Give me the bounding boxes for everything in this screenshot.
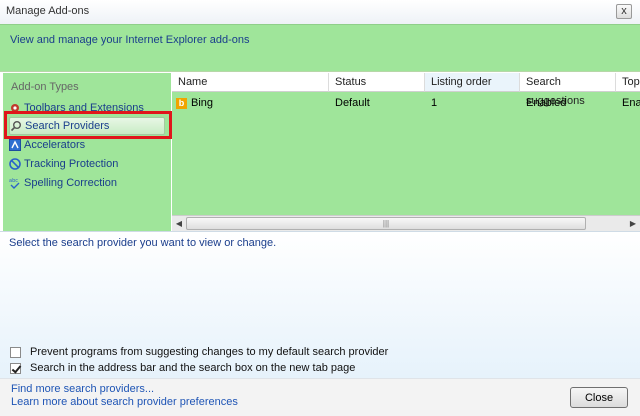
header-description: View and manage your Internet Explorer a… [10,34,250,46]
cell-status: Default [335,97,370,109]
cell-top: Ena [622,97,640,109]
sidebar-item-label: Accelerators [24,138,86,151]
cell-search-suggestions: Enabled [526,97,567,109]
search-providers-list: Name Status Listing order Search suggest… [172,73,640,231]
sidebar-item-label: Spelling Correction [24,176,117,189]
sidebar-heading: Add-on Types [11,81,79,93]
bing-icon: b [176,97,187,109]
provider-name: Bing [191,97,214,109]
window-close-button[interactable]: x [616,4,632,19]
sidebar-item-toolbars[interactable]: Toolbars and Extensions [9,99,169,116]
gear-icon [9,102,21,114]
address-bar-search-option[interactable]: Search in the address bar and the search… [10,362,355,374]
sidebar-item-accelerators[interactable]: Accelerators [9,136,169,153]
spelling-icon: abc [9,177,21,189]
accelerator-icon [9,138,21,151]
addon-types-sidebar: Add-on Types Toolbars and Extensions Sea… [3,73,171,231]
sidebar-item-label: Search Providers [25,120,110,132]
window-title: Manage Add-ons [6,5,90,17]
footer: Find more search providers... Learn more… [0,378,640,416]
title-bar: Manage Add-ons x [0,0,640,24]
sidebar-item-tracking-protection[interactable]: Tracking Protection [9,155,169,172]
sidebar-item-spelling-correction[interactable]: abc Spelling Correction [9,174,169,191]
tracking-protection-icon [9,157,21,170]
find-more-providers-link[interactable]: Find more search providers... [11,383,154,395]
column-header-listing-order[interactable]: Listing order [425,73,520,92]
prevent-changes-label: Prevent programs from suggesting changes… [30,346,389,358]
address-bar-search-label: Search in the address bar and the search… [30,362,356,374]
horizontal-scrollbar[interactable]: ◀ ||| ▶ [172,215,640,231]
svg-text:abc: abc [9,178,18,184]
scroll-right-icon[interactable]: ▶ [627,218,639,230]
sidebar-item-search-providers[interactable]: Search Providers [9,117,165,135]
prevent-changes-option[interactable]: Prevent programs from suggesting changes… [10,346,388,358]
column-header-search-suggestions[interactable]: Search suggestions [520,73,616,107]
details-pane: Select the search provider you want to v… [0,231,640,378]
column-header-name[interactable]: Name [172,73,329,92]
details-hint: Select the search provider you want to v… [9,237,277,249]
header-banner: View and manage your Internet Explorer a… [0,24,640,72]
prevent-changes-checkbox[interactable] [10,346,21,358]
close-icon: x [621,5,627,17]
address-bar-search-checkbox[interactable] [10,362,21,374]
column-header-top[interactable]: Top [616,73,640,92]
column-header-label: Listing order [431,76,492,88]
close-button[interactable]: Close [570,387,628,408]
search-icon [10,120,22,132]
scroll-left-icon[interactable]: ◀ [173,218,185,230]
scrollbar-thumb[interactable]: ||| [186,217,586,230]
cell-name: b Bing [176,95,213,111]
learn-more-link[interactable]: Learn more about search provider prefere… [11,396,238,408]
cell-listing-order: 1 [431,97,438,109]
column-header-status[interactable]: Status [329,73,425,92]
sidebar-item-label: Toolbars and Extensions [24,101,144,114]
sidebar-item-label: Tracking Protection [24,157,119,170]
